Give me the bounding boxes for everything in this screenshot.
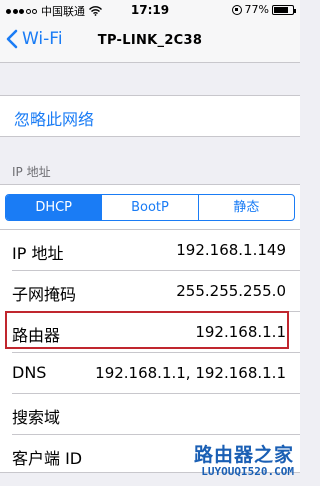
ip-details-list: IP 地址 192.168.1.149 子网掩码 255.255.255.0 路… bbox=[0, 229, 300, 473]
page-title: TP-LINK_2C38 bbox=[97, 33, 203, 48]
watermark-title: 路由器之家 bbox=[193, 444, 294, 466]
row-subnet-mask: 子网掩码 255.255.255.0 bbox=[0, 271, 300, 312]
battery-percent: 77% bbox=[244, 3, 269, 16]
row-dns[interactable]: DNS 192.168.1.1, 192.168.1.1 bbox=[0, 353, 300, 394]
ip-mode-segmented-control: DHCP BootP 静态 bbox=[5, 194, 295, 221]
row-label: DNS bbox=[12, 363, 47, 382]
router-highlight-box bbox=[5, 311, 289, 349]
ip-mode-group: DHCP BootP 静态 bbox=[0, 184, 300, 229]
status-right: 77% bbox=[231, 3, 296, 16]
row-label: 搜索域 bbox=[12, 408, 61, 427]
row-label: 子网掩码 bbox=[12, 285, 77, 304]
forget-network-label: 忽略此网络 bbox=[14, 110, 95, 129]
row-label: 客户端 ID bbox=[12, 449, 83, 468]
rotation-lock-icon bbox=[231, 4, 242, 15]
watermark: 路由器之家 LUYOUQI520.COM bbox=[178, 440, 298, 484]
battery-icon bbox=[272, 4, 296, 15]
row-value: 192.168.1.1, 192.168.1.1 bbox=[95, 364, 286, 382]
navigation-bar: Wi-Fi TP-LINK_2C38 bbox=[0, 20, 300, 63]
section-header-ip: IP 地址 bbox=[12, 165, 51, 179]
row-search-domains[interactable]: 搜索域 bbox=[0, 394, 300, 435]
segment-bootp[interactable]: BootP bbox=[102, 195, 199, 220]
watermark-url: LUYOUQI520.COM bbox=[201, 465, 294, 478]
row-value: 192.168.1.149 bbox=[176, 241, 286, 259]
segment-dhcp[interactable]: DHCP bbox=[6, 195, 103, 220]
status-bar: 中国联通 17:19 77% bbox=[0, 0, 300, 20]
segment-static[interactable]: 静态 bbox=[199, 195, 294, 220]
row-ip-address: IP 地址 192.168.1.149 bbox=[0, 230, 300, 271]
battery-fill bbox=[274, 6, 288, 13]
forget-network-cell[interactable]: 忽略此网络 bbox=[0, 95, 300, 137]
row-label: IP 地址 bbox=[12, 244, 64, 263]
row-value: 255.255.255.0 bbox=[176, 282, 286, 300]
